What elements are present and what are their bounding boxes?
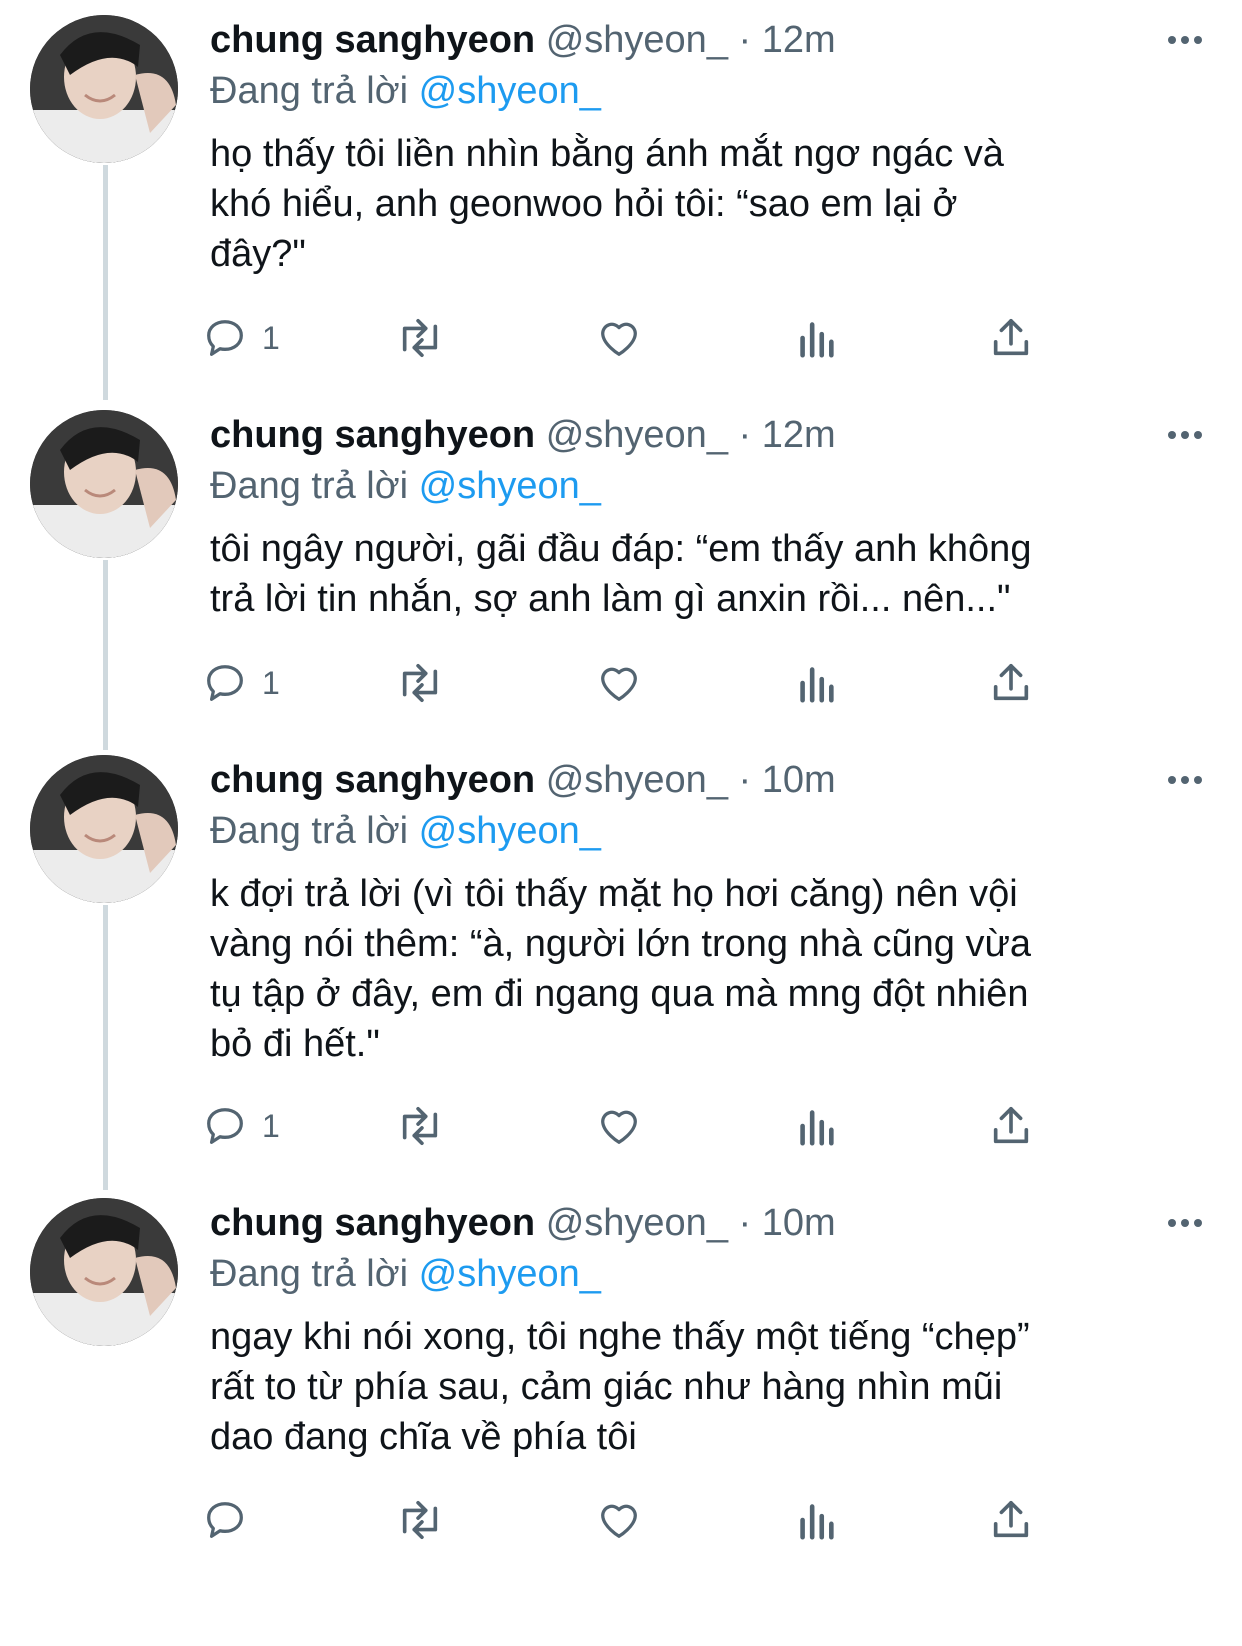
reply-prefix: Đang trả lời [210,810,409,852]
retweet-icon [402,663,438,703]
avatar[interactable] [30,1198,178,1346]
tweet-text: k đợi trả lời (vì tôi thấy mặt họ hơi că… [210,873,1032,1065]
reply-button[interactable]: 1 [202,308,280,368]
reply-context: Đang trả lời @shyeon_ [210,65,1195,117]
reply-count: 1 [262,1107,280,1144]
separator: · [738,19,752,61]
views-button[interactable] [795,1490,837,1550]
views-icon [800,667,834,703]
tweet-actions: 1 [207,653,1080,713]
like-button[interactable] [595,1490,643,1550]
reply-mention[interactable]: @shyeon_ [419,70,601,112]
reply-count: 1 [262,319,280,356]
retweet-button[interactable] [395,308,445,368]
reply-context: Đang trả lời @shyeon_ [210,1248,1195,1300]
share-button[interactable] [988,308,1034,368]
heart-icon [601,1504,637,1538]
reply-mention[interactable]: @shyeon_ [419,810,601,852]
reply-mention[interactable]: @shyeon_ [419,1253,601,1295]
avatar[interactable] [30,755,178,903]
share-icon [993,1106,1029,1144]
share-icon [993,1500,1029,1538]
separator: · [738,414,752,456]
tweet-header: chung sanghyeon @shyeon_ · 12m [210,410,1202,460]
reply-icon [207,665,243,701]
tweet-text: ngay khi nói xong, tôi nghe thấy một tiế… [210,1316,1030,1458]
timestamp[interactable]: 10m [762,1202,836,1244]
reply-button[interactable]: 1 [202,653,280,713]
display-name[interactable]: chung sanghyeon [210,19,535,61]
views-button[interactable] [795,1096,837,1156]
timestamp[interactable]: 10m [762,759,836,801]
separator: · [738,759,752,801]
tweet-header: chung sanghyeon @shyeon_ · 10m [210,755,1202,805]
display-name[interactable]: chung sanghyeon [210,414,535,456]
handle[interactable]: @shyeon_ [546,19,728,61]
heart-icon [601,1110,637,1144]
like-button[interactable] [595,653,643,713]
retweet-button[interactable] [395,1490,445,1550]
views-icon [800,1110,834,1146]
tweet-text: họ thấy tôi liền nhìn bằng ánh mắt ngơ n… [210,133,1004,275]
display-name[interactable]: chung sanghyeon [210,759,535,801]
share-button[interactable] [988,1490,1034,1550]
more-icon[interactable] [1160,410,1210,460]
reply-button[interactable] [202,1490,262,1550]
thread-line [103,560,108,750]
reply-button[interactable]: 1 [202,1096,280,1156]
more-icon[interactable] [1160,1198,1210,1248]
tweet-actions: 1 [207,308,1080,368]
more-icon[interactable] [1160,15,1210,65]
retweet-button[interactable] [395,1096,445,1156]
thread-line [103,905,108,1190]
reply-prefix: Đang trả lời [210,70,409,112]
heart-icon [601,667,637,701]
views-icon [800,322,834,358]
share-button[interactable] [988,1096,1034,1156]
reply-prefix: Đang trả lời [210,465,409,507]
retweet-icon [402,1500,438,1540]
reply-mention[interactable]: @shyeon_ [419,465,601,507]
tweet-header: chung sanghyeon @shyeon_ · 12m [210,15,1202,65]
tweet-header: chung sanghyeon @shyeon_ · 10m [210,1198,1202,1248]
retweet-button[interactable] [395,653,445,713]
views-icon [800,1504,834,1540]
share-icon [993,663,1029,701]
handle[interactable]: @shyeon_ [546,759,728,801]
heart-icon [601,322,637,356]
handle[interactable]: @shyeon_ [546,414,728,456]
share-button[interactable] [988,653,1034,713]
retweet-icon [402,1106,438,1146]
reply-icon [207,1502,243,1538]
avatar[interactable] [30,410,178,558]
avatar[interactable] [30,15,178,163]
reply-prefix: Đang trả lời [210,1253,409,1295]
tweet-actions: 1 [207,1096,1080,1156]
tweet-actions [207,1490,1080,1550]
reply-icon [207,320,243,356]
display-name[interactable]: chung sanghyeon [210,1202,535,1244]
tweet-text: tôi ngây người, gãi đầu đáp: “em thấy an… [210,528,1032,620]
reply-icon [207,1108,243,1144]
share-icon [993,318,1029,356]
like-button[interactable] [595,308,643,368]
reply-count: 1 [262,664,280,701]
thread-line [103,165,108,400]
views-button[interactable] [795,653,837,713]
views-button[interactable] [795,308,837,368]
reply-context: Đang trả lời @shyeon_ [210,805,1195,857]
handle[interactable]: @shyeon_ [546,1202,728,1244]
timestamp[interactable]: 12m [762,19,836,61]
more-icon[interactable] [1160,755,1210,805]
timestamp[interactable]: 12m [762,414,836,456]
reply-context: Đang trả lời @shyeon_ [210,460,1195,512]
separator: · [738,1202,752,1244]
retweet-icon [402,318,438,358]
like-button[interactable] [595,1096,643,1156]
